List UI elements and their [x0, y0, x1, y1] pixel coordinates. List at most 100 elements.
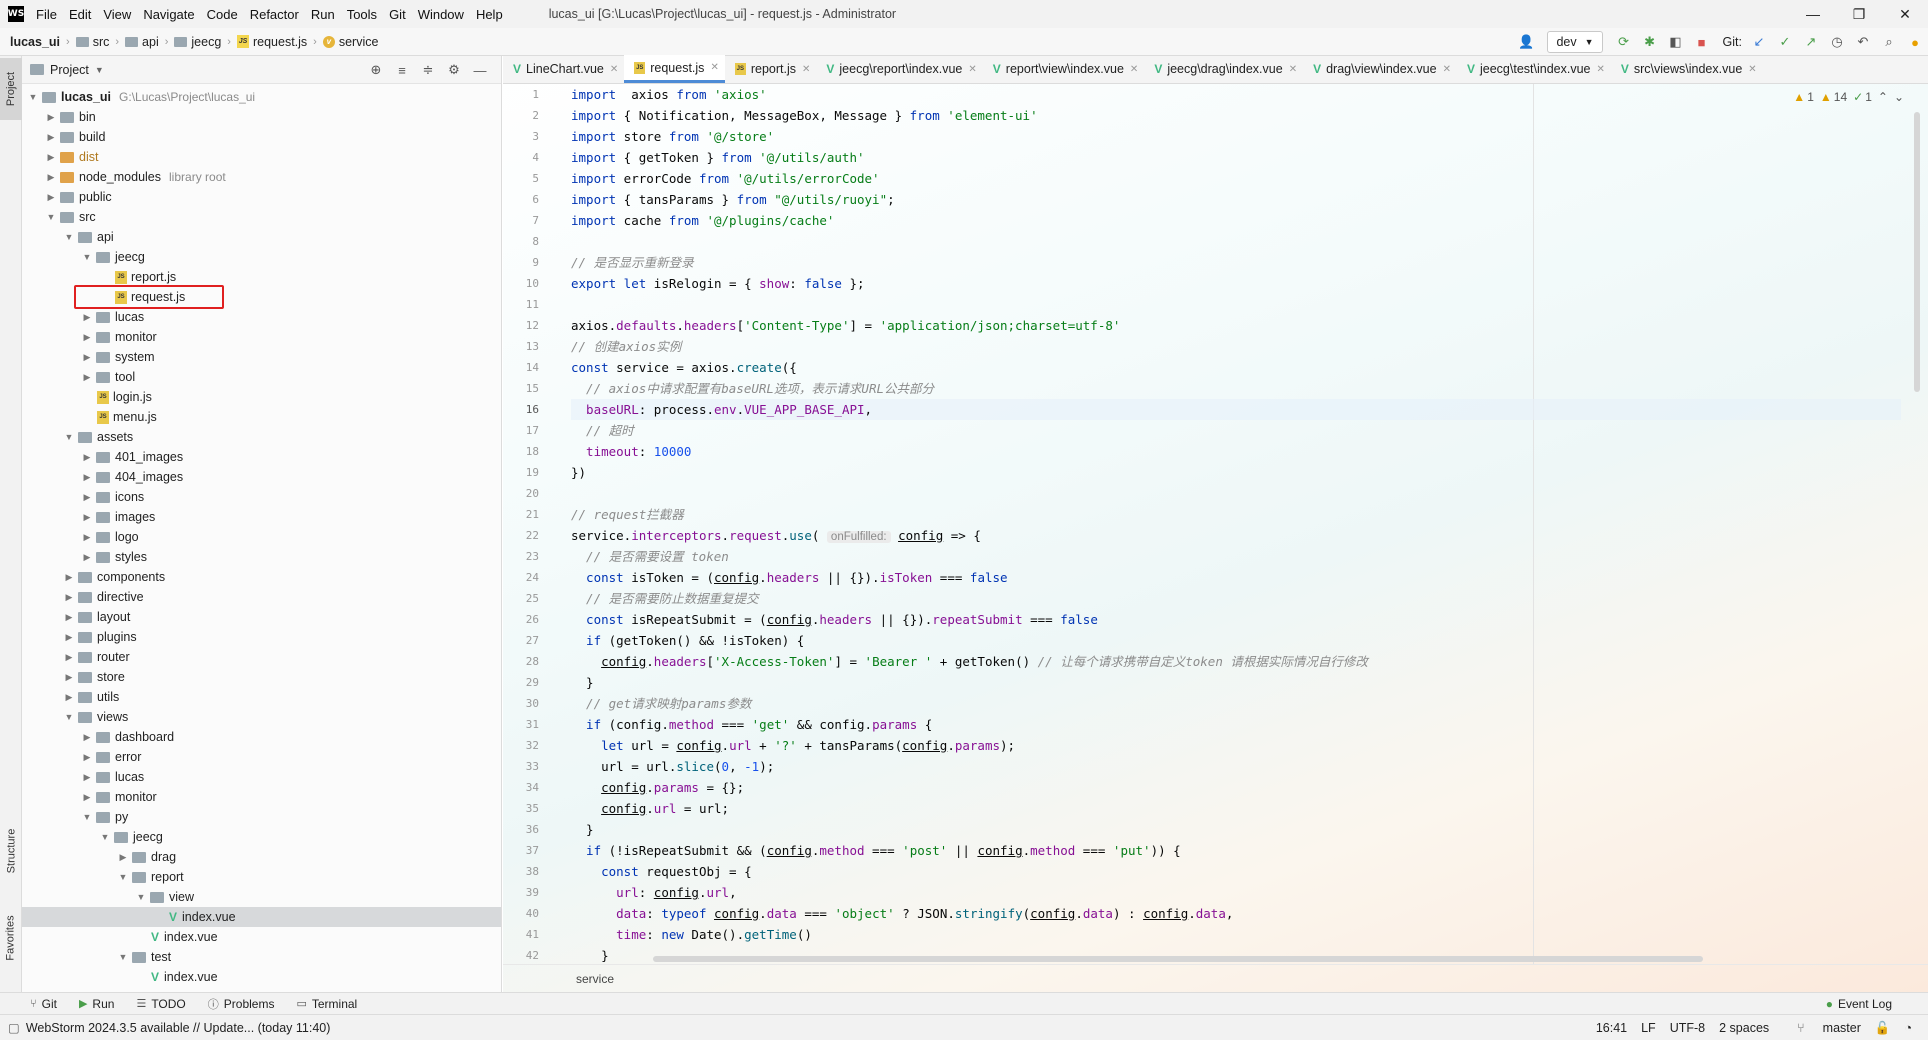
chevron-down-icon[interactable]: ▼ — [98, 832, 112, 842]
tree-item[interactable]: ▶ components — [22, 567, 501, 587]
tree-item[interactable]: ▶ dashboard — [22, 727, 501, 747]
tool-run[interactable]: ▶ Run — [79, 997, 114, 1011]
chevron-right-icon[interactable]: ▶ — [80, 552, 94, 563]
search-icon[interactable]: ⌕ — [1876, 28, 1902, 56]
expand-all-icon[interactable]: ≡ — [389, 63, 415, 78]
tab-favorites[interactable]: Favorites — [0, 906, 22, 970]
chevron-right-icon[interactable]: ▶ — [80, 352, 94, 363]
chevron-right-icon[interactable]: ▶ — [44, 132, 58, 143]
tree-item[interactable]: ▶ utils — [22, 687, 501, 707]
menu-view[interactable]: View — [97, 7, 137, 22]
editor-tab[interactable]: JS report.js ✕ — [725, 55, 817, 83]
tree-item[interactable]: ▶ public — [22, 187, 501, 207]
chevron-right-icon[interactable]: ▶ — [44, 172, 58, 183]
menu-edit[interactable]: Edit — [63, 7, 97, 22]
tree-item[interactable]: Vindex.vue — [22, 907, 501, 927]
menu-file[interactable]: File — [30, 7, 63, 22]
chevron-down-icon[interactable]: ▼ — [134, 892, 148, 902]
tree-item[interactable]: ▶ monitor — [22, 787, 501, 807]
tree-item[interactable]: Vindex.vue — [22, 927, 501, 947]
minimize-button[interactable]: — — [1790, 0, 1836, 28]
menu-tools[interactable]: Tools — [341, 7, 383, 22]
project-view-select[interactable]: Project — [50, 63, 89, 77]
chevron-right-icon[interactable]: ▶ — [80, 312, 94, 323]
editor-tab[interactable]: Vsrc\views\index.vue ✕ — [1611, 55, 1763, 83]
chevron-right-icon[interactable]: ▶ — [80, 792, 94, 803]
chevron-right-icon[interactable]: ▶ — [44, 152, 58, 163]
tree-item[interactable]: ▼ jeecg — [22, 247, 501, 267]
history-icon[interactable]: ◷ — [1824, 28, 1850, 56]
tree-item[interactable]: ▶ router — [22, 647, 501, 667]
chevron-up-icon[interactable]: ⌃ — [1878, 90, 1888, 104]
chevron-right-icon[interactable]: ▶ — [80, 532, 94, 543]
locate-icon[interactable]: ⊕ — [363, 62, 389, 78]
close-tab-icon[interactable]: ✕ — [710, 62, 718, 73]
menu-help[interactable]: Help — [470, 7, 509, 22]
tree-item[interactable]: ▶ error — [22, 747, 501, 767]
close-tab-icon[interactable]: ✕ — [1596, 64, 1604, 75]
user-icon[interactable]: 👤 — [1513, 28, 1539, 56]
run-config-select[interactable]: dev ▼ — [1547, 31, 1603, 53]
editor-tab[interactable]: Vjeecg\test\index.vue ✕ — [1457, 55, 1611, 83]
close-tab-icon[interactable]: ✕ — [1748, 64, 1756, 75]
chevron-down-icon[interactable]: ⌄ — [1894, 90, 1904, 104]
chevron-right-icon[interactable]: ▶ — [80, 492, 94, 503]
update-icon[interactable]: ● — [1902, 28, 1928, 56]
caret-position[interactable]: 16:41 — [1596, 1021, 1627, 1035]
chevron-right-icon[interactable]: ▶ — [80, 512, 94, 523]
breadcrumb-request-js[interactable]: JS request.js — [236, 35, 307, 49]
tree-item[interactable]: JS menu.js — [22, 407, 501, 427]
breadcrumb-project[interactable]: lucas_ui — [10, 35, 60, 49]
chevron-right-icon[interactable]: ▶ — [44, 112, 58, 123]
code-breadcrumb[interactable]: service — [503, 964, 1928, 992]
tree-item[interactable]: JS report.js — [22, 267, 501, 287]
tree-item[interactable]: ▼ jeecg — [22, 827, 501, 847]
chevron-right-icon[interactable]: ▶ — [80, 372, 94, 383]
tree-item[interactable]: ▼ py — [22, 807, 501, 827]
chevron-right-icon[interactable]: ▶ — [62, 572, 76, 583]
chevron-right-icon[interactable]: ▶ — [62, 652, 76, 663]
tree-item[interactable]: ▶ system — [22, 347, 501, 367]
chevron-right-icon[interactable]: ▶ — [44, 192, 58, 203]
chevron-down-icon[interactable]: ▼ — [80, 252, 94, 262]
file-encoding[interactable]: UTF-8 — [1670, 1021, 1705, 1035]
tree-item[interactable]: ▼ report — [22, 867, 501, 887]
tool-problems[interactable]: ⓘ Problems — [208, 996, 275, 1012]
tree-item[interactable]: JS login.js — [22, 387, 501, 407]
tree-item[interactable]: ▶ dist — [22, 147, 501, 167]
horizontal-scrollbar[interactable] — [653, 956, 1703, 962]
tree-item[interactable]: ▶ lucas — [22, 767, 501, 787]
chevron-right-icon[interactable]: ▶ — [80, 452, 94, 463]
tree-item[interactable]: ▼ src — [22, 207, 501, 227]
menu-refactor[interactable]: Refactor — [244, 7, 305, 22]
chevron-right-icon[interactable]: ▶ — [80, 752, 94, 763]
git-commit-icon[interactable]: ✓ — [1772, 28, 1798, 56]
tree-item[interactable]: ▼ assets — [22, 427, 501, 447]
chevron-down-icon[interactable]: ▼ — [62, 432, 76, 442]
chevron-right-icon[interactable]: ▶ — [80, 332, 94, 343]
git-branch-widget[interactable]: ⑂ master — [1783, 1021, 1861, 1035]
menu-code[interactable]: Code — [201, 7, 244, 22]
tree-item[interactable]: ▼ views — [22, 707, 501, 727]
tree-item[interactable]: ▶ monitor — [22, 327, 501, 347]
chevron-down-icon[interactable]: ▼ — [95, 65, 104, 75]
editor-tab[interactable]: Vdrag\view\index.vue ✕ — [1303, 55, 1457, 83]
tree-item[interactable]: ▶ plugins — [22, 627, 501, 647]
breadcrumb-api[interactable]: api — [125, 35, 159, 49]
chevron-down-icon[interactable]: ▼ — [62, 232, 76, 242]
tree-item[interactable]: ▶ images — [22, 507, 501, 527]
tool-terminal[interactable]: ▭ Terminal — [296, 997, 357, 1011]
tree-item[interactable]: ▶ lucas — [22, 307, 501, 327]
chevron-right-icon[interactable]: ▶ — [62, 592, 76, 603]
status-message[interactable]: WebStorm 2024.3.5 available // Update...… — [26, 1021, 331, 1035]
close-tab-icon[interactable]: ✕ — [610, 64, 618, 75]
tree-item[interactable]: ▶ layout — [22, 607, 501, 627]
tab-structure[interactable]: Structure — [0, 816, 22, 886]
collapse-all-icon[interactable]: ≑ — [415, 62, 441, 78]
git-update-icon[interactable]: ↙ — [1746, 28, 1772, 56]
close-tab-icon[interactable]: ✕ — [1443, 64, 1451, 75]
chevron-right-icon[interactable]: ▶ — [62, 612, 76, 623]
coverage-icon[interactable]: ◧ — [1663, 28, 1689, 56]
chevron-down-icon[interactable]: ▼ — [26, 92, 40, 102]
chevron-right-icon[interactable]: ▶ — [62, 692, 76, 703]
